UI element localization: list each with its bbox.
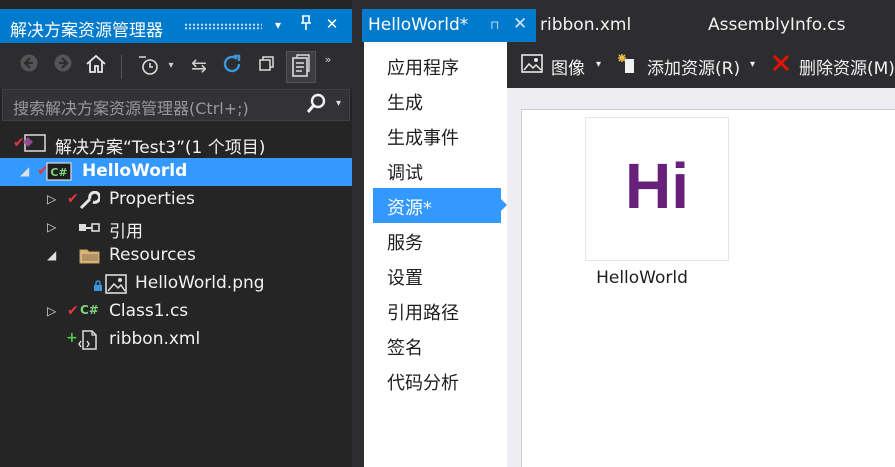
- document-tab-strip: HelloWorld* ⊓ ✕ ribbon.xml AssemblyInfo.…: [352, 0, 895, 42]
- resource-type-dropdown-arrow-icon[interactable]: ▾: [596, 59, 601, 70]
- nav-item-build[interactable]: 生成: [373, 83, 499, 118]
- nav-item-resources[interactable]: 资源*: [373, 188, 507, 223]
- sync-with-document-icon[interactable]: ⇆: [186, 53, 212, 79]
- nav-item-reference-paths[interactable]: 引用路径: [373, 293, 499, 328]
- nav-item-label: 签名: [387, 338, 423, 359]
- nav-item-label: 引用路径: [387, 303, 459, 324]
- tree-item-references[interactable]: ▷ 引用: [0, 214, 352, 242]
- nav-item-services[interactable]: 服务: [373, 223, 499, 258]
- close-icon[interactable]: ✕: [322, 15, 342, 33]
- toolbar-separator: [121, 55, 122, 79]
- references-icon: [78, 220, 102, 241]
- image-resource-icon: [521, 54, 543, 79]
- solution-explorer-title-bar[interactable]: 解决方案资源管理器 ▾ ✕: [0, 9, 352, 43]
- image-file-icon: [104, 273, 128, 300]
- pending-add-icon: +: [66, 330, 78, 346]
- checked-in-icon: ✔: [67, 303, 79, 319]
- tree-item-label: Class1.cs: [109, 301, 189, 321]
- resources-toolbar: 图像 ▾ 添加资源(R) ▾ 删除资源(M): [507, 42, 895, 88]
- project-properties-nav: 应用程序 生成 生成事件 调试 资源* 服务 设置 引用路径 签名 代码分析: [364, 42, 507, 467]
- delete-resource-button[interactable]: 删除资源(M): [799, 54, 895, 79]
- editor-gutter: [352, 42, 364, 467]
- add-resource-button[interactable]: 添加资源(R): [647, 54, 740, 79]
- add-resource-dropdown-arrow-icon[interactable]: ▾: [750, 59, 755, 70]
- resource-name-label[interactable]: HelloWorld: [585, 268, 699, 288]
- window-position-dropdown-icon[interactable]: ▾: [268, 18, 288, 32]
- csharp-file-icon: C#: [80, 303, 99, 317]
- preview-selected-items-button[interactable]: [286, 51, 316, 83]
- folder-icon: [78, 247, 102, 270]
- solution-icon: [21, 134, 47, 159]
- nav-item-signing[interactable]: 签名: [373, 328, 499, 363]
- search-placeholder: 搜索解决方案资源管理器(Ctrl+;): [13, 99, 249, 118]
- tree-item-label: HelloWorld: [82, 161, 188, 181]
- tab-label: ribbon.xml: [540, 15, 632, 35]
- tree-item-label: 解决方案“Test3”(1 个项目): [55, 138, 266, 158]
- checked-in-icon: ✔: [67, 191, 79, 207]
- nav-item-label: 服务: [387, 233, 423, 254]
- tab-label: HelloWorld*: [368, 15, 469, 35]
- refresh-icon[interactable]: [219, 53, 245, 79]
- resource-type-dropdown[interactable]: 图像: [551, 54, 585, 79]
- nav-item-debug[interactable]: 调试: [373, 153, 499, 188]
- tree-item-resources-folder[interactable]: ◢ Resources: [0, 242, 352, 270]
- tree-item-label: HelloWorld.png: [135, 273, 265, 293]
- nav-item-label: 代码分析: [387, 373, 459, 394]
- solution-explorer-search-box[interactable]: 搜索解决方案资源管理器(Ctrl+;) ▾: [2, 89, 350, 121]
- tab-assemblyinfo-cs[interactable]: AssemblyInfo.cs: [704, 9, 874, 42]
- solution-explorer-title: 解决方案资源管理器: [10, 21, 163, 41]
- drag-grip[interactable]: [184, 23, 262, 30]
- tab-label: AssemblyInfo.cs: [708, 15, 846, 35]
- close-tab-icon[interactable]: ✕: [513, 14, 527, 34]
- tree-item-label: ribbon.xml: [109, 329, 201, 349]
- solution-explorer-panel: 解决方案资源管理器 ▾ ✕ ▾ ⇆ » 搜索解决方案资源管理器(Ctrl+;) …: [0, 0, 352, 467]
- nav-item-label: 生成: [387, 93, 423, 114]
- tree-item-label: 引用: [109, 222, 143, 242]
- collapsed-arrow-icon[interactable]: ▷: [47, 192, 56, 206]
- thumbnail-image-text: Hi: [625, 150, 689, 222]
- tab-ribbon-xml[interactable]: ribbon.xml: [536, 9, 696, 42]
- tree-item-ribbon-xml[interactable]: + ribbon.xml: [0, 326, 352, 354]
- search-options-dropdown-icon[interactable]: ▾: [336, 98, 341, 109]
- wrench-icon: [78, 190, 102, 216]
- pin-icon[interactable]: [296, 15, 316, 35]
- collapse-all-icon[interactable]: [254, 53, 280, 79]
- csharp-glyph: C#: [50, 166, 67, 179]
- nav-item-application[interactable]: 应用程序: [373, 48, 499, 83]
- nav-item-build-events[interactable]: 生成事件: [373, 118, 499, 153]
- toolbar-overflow-icon[interactable]: »: [318, 47, 338, 73]
- nav-item-label: 应用程序: [387, 58, 459, 79]
- expanded-arrow-icon[interactable]: ◢: [20, 164, 29, 178]
- tree-item-helloworld-png[interactable]: HelloWorld.png: [0, 270, 352, 298]
- search-icon[interactable]: [305, 91, 327, 123]
- tree-item-label: Resources: [109, 245, 196, 265]
- collapsed-arrow-icon[interactable]: ▷: [47, 304, 56, 318]
- pending-changes-filter-icon[interactable]: [134, 53, 162, 79]
- home-icon[interactable]: [83, 53, 109, 79]
- csharp-project-icon: C#: [44, 161, 74, 188]
- tree-item-class1-cs[interactable]: ▷ ✔ C# Class1.cs: [0, 298, 352, 326]
- tree-item-label: Properties: [109, 189, 195, 209]
- tab-helloworld[interactable]: HelloWorld* ⊓ ✕: [362, 9, 536, 42]
- nav-item-code-analysis[interactable]: 代码分析: [373, 363, 499, 398]
- tree-item-helloworld-project[interactable]: ◢ ✔ C# HelloWorld: [0, 158, 352, 186]
- resource-thumbnail[interactable]: Hi: [585, 117, 729, 261]
- xml-file-icon: [78, 329, 100, 356]
- filter-dropdown-icon[interactable]: ▾: [164, 53, 178, 79]
- collapsed-arrow-icon[interactable]: ▷: [47, 220, 56, 234]
- add-resource-icon: [617, 53, 639, 80]
- tree-item-properties[interactable]: ▷ ✔ Properties: [0, 186, 352, 214]
- nav-item-label: 生成事件: [387, 128, 459, 149]
- tree-item-solution[interactable]: ✔ 解决方案“Test3”(1 个项目): [0, 130, 352, 158]
- nav-item-settings[interactable]: 设置: [373, 258, 499, 293]
- nav-item-label: 调试: [387, 163, 423, 184]
- back-icon[interactable]: [16, 53, 42, 79]
- nav-item-label: 资源*: [387, 198, 432, 219]
- forward-icon[interactable]: [50, 53, 76, 79]
- expanded-arrow-icon[interactable]: ◢: [47, 248, 56, 262]
- delete-icon[interactable]: [771, 53, 791, 78]
- lock-icon: [93, 277, 103, 297]
- pin-tab-icon[interactable]: ⊓: [490, 18, 499, 32]
- nav-item-label: 设置: [387, 268, 423, 289]
